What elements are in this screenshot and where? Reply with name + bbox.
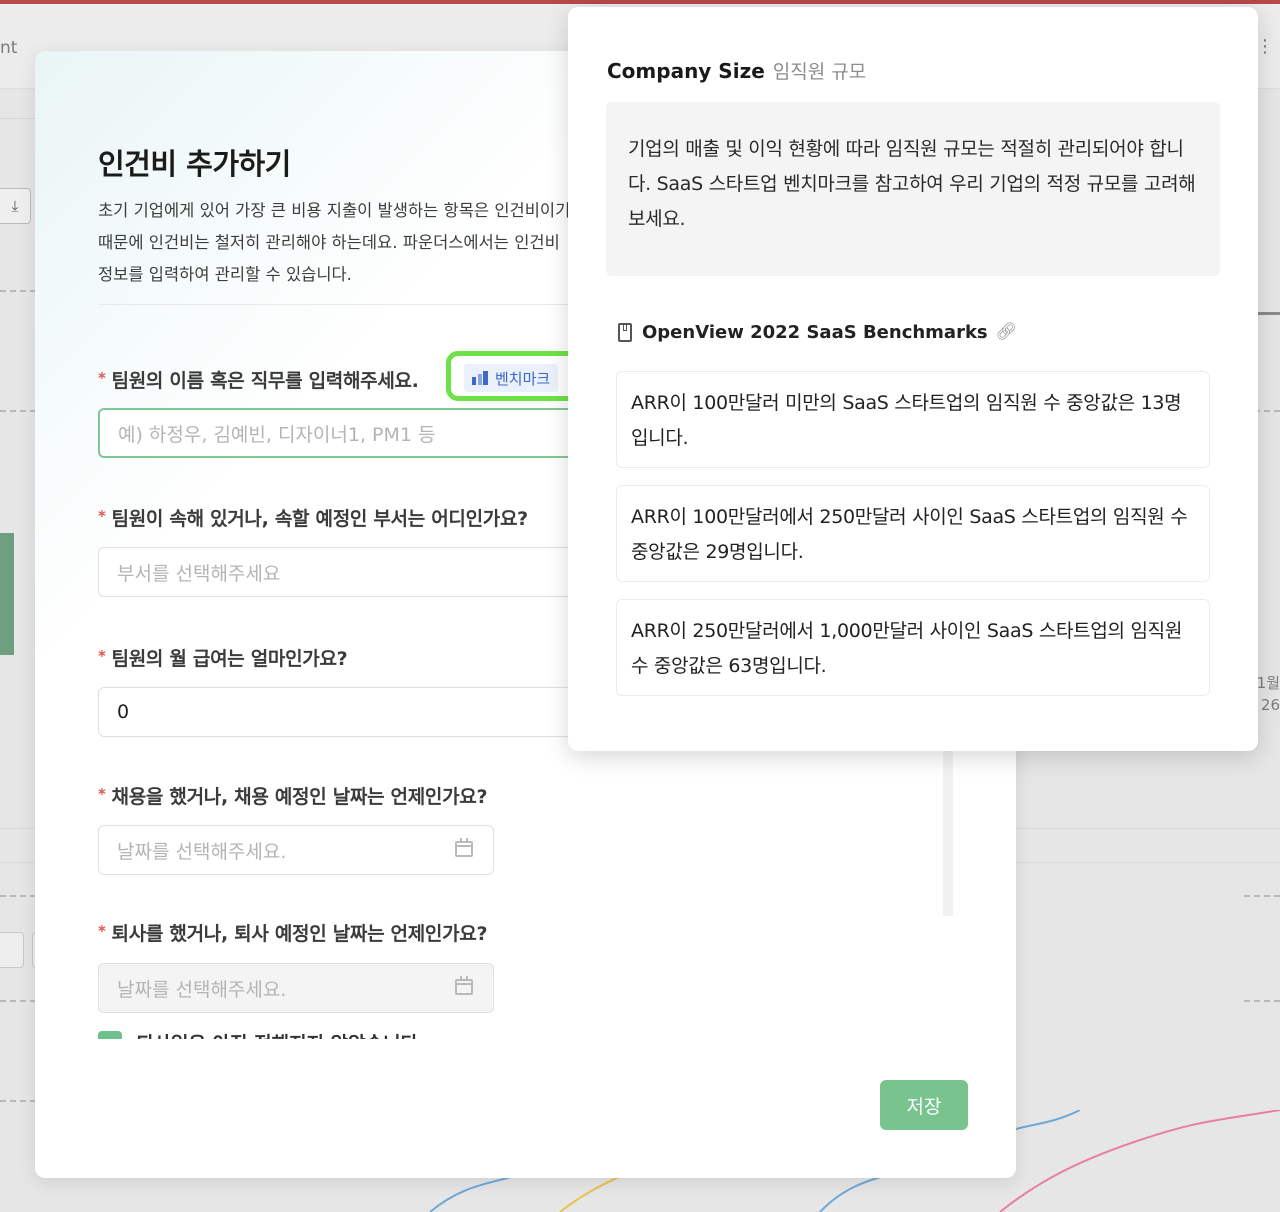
benchmark-card: ARR이 100만달러에서 250만달러 사이인 SaaS 스타트업의 임직원 … xyxy=(616,485,1210,582)
grid-dash xyxy=(0,1100,36,1102)
benchmark-button[interactable]: 벤치마크 xyxy=(464,364,559,392)
hire-date-picker[interactable]: 날짜를 선택해주세요. xyxy=(98,825,494,875)
calendar-icon xyxy=(455,976,473,995)
salary-input-value: 0 xyxy=(117,701,130,723)
more-icon[interactable]: ⋮ xyxy=(1256,36,1274,57)
required-mark: * xyxy=(98,785,106,803)
department-select-placeholder: 부서를 선택해주세요 xyxy=(117,562,281,585)
benchmark-card: ARR이 100만달러 미만의 SaaS 스타트업의 임직원 수 중앙값은 13… xyxy=(616,371,1210,468)
required-mark: * xyxy=(98,369,106,387)
grid-dash xyxy=(0,410,36,412)
link-icon[interactable]: 🔗︎ xyxy=(996,322,1018,342)
benchmark-card: ARR이 250만달러에서 1,000만달러 사이인 SaaS 스타트업의 임직… xyxy=(616,599,1210,696)
chart-line xyxy=(1256,312,1280,315)
hire-date-placeholder: 날짜를 선택해주세요. xyxy=(117,840,287,863)
bar-chart-icon xyxy=(472,371,488,385)
grid-dash xyxy=(0,1000,36,1002)
modal-description: 초기 기업에게 있어 가장 큰 비용 지출이 발생하는 항목은 인건비이기 때문… xyxy=(98,201,571,284)
question-department-label: * 팀원이 속해 있거나, 속할 예정인 부서는 어디인가요? xyxy=(98,507,528,530)
name-input[interactable]: 예) 하정우, 김예빈, 디자이너1, PM1 등 xyxy=(98,408,618,458)
popover-title: Company Size 임직원 규모 xyxy=(607,59,867,83)
leave-date-picker[interactable]: 날짜를 선택해주세요. xyxy=(98,963,494,1013)
benchmark-source: OpenView 2022 SaaS Benchmarks 🔗︎ xyxy=(618,320,1017,344)
leave-date-placeholder: 날짜를 선택해주세요. xyxy=(117,978,287,1001)
source-title: OpenView 2022 SaaS Benchmarks xyxy=(642,321,988,343)
required-mark: * xyxy=(98,922,106,940)
grid-dash xyxy=(1244,895,1280,897)
leave-date-undecided-row: 퇴사일은 아직 정해지지 않았습니다 xyxy=(98,1029,518,1039)
question-name-label: * 팀원의 이름 혹은 직무를 입력해주세요. xyxy=(98,369,419,392)
salary-input[interactable]: 0 원 xyxy=(98,687,618,737)
grid-line xyxy=(0,118,40,119)
modal-title: 인건비 추가하기 xyxy=(98,147,291,181)
question-hire-date-label: * 채용을 했거나, 채용 예정인 날짜는 언제인가요? xyxy=(98,785,488,808)
required-mark: * xyxy=(98,507,106,525)
required-mark: * xyxy=(98,647,106,665)
download-icon[interactable]: ⤓ xyxy=(0,188,31,224)
benchmark-popover: Company Size 임직원 규모 기업의 매출 및 이익 현황에 따라 임직… xyxy=(568,7,1258,751)
grid-dash xyxy=(1244,1000,1280,1002)
save-button[interactable]: 저장 xyxy=(880,1080,968,1130)
question-salary-label: * 팀원의 월 급여는 얼마인가요? xyxy=(98,647,348,670)
axis-label-right: 1월 26 xyxy=(1256,674,1280,714)
scrollbar[interactable] xyxy=(943,741,953,916)
leave-date-undecided-label: 퇴사일은 아직 정해지지 않았습니다 xyxy=(136,1029,418,1039)
bookmark-icon xyxy=(618,322,632,342)
leave-date-undecided-checkbox[interactable] xyxy=(98,1031,122,1039)
grid-dash xyxy=(0,895,36,897)
popover-subtitle: 임직원 규모 xyxy=(772,61,867,83)
divider xyxy=(98,304,578,305)
header-title-fragment: nt xyxy=(0,38,18,58)
grid-dash xyxy=(0,290,36,292)
benchmark-button-label: 벤치마크 xyxy=(495,369,551,388)
question-leave-date-label: * 퇴사를 했거나, 퇴사 예정인 날짜는 언제인가요? xyxy=(98,922,488,945)
benchmark-highlight: 벤치마크 xyxy=(446,351,580,401)
department-select[interactable]: 부서를 선택해주세요 xyxy=(98,547,618,597)
popover-description: 기업의 매출 및 이익 현황에 따라 임직원 규모는 적절히 관리되어야 합니다… xyxy=(606,102,1220,276)
chart-bar xyxy=(0,533,14,655)
name-input-placeholder: 예) 하정우, 김예빈, 디자이너1, PM1 등 xyxy=(118,423,436,446)
calendar-icon xyxy=(455,838,473,857)
bg-nav-button[interactable] xyxy=(0,932,24,968)
